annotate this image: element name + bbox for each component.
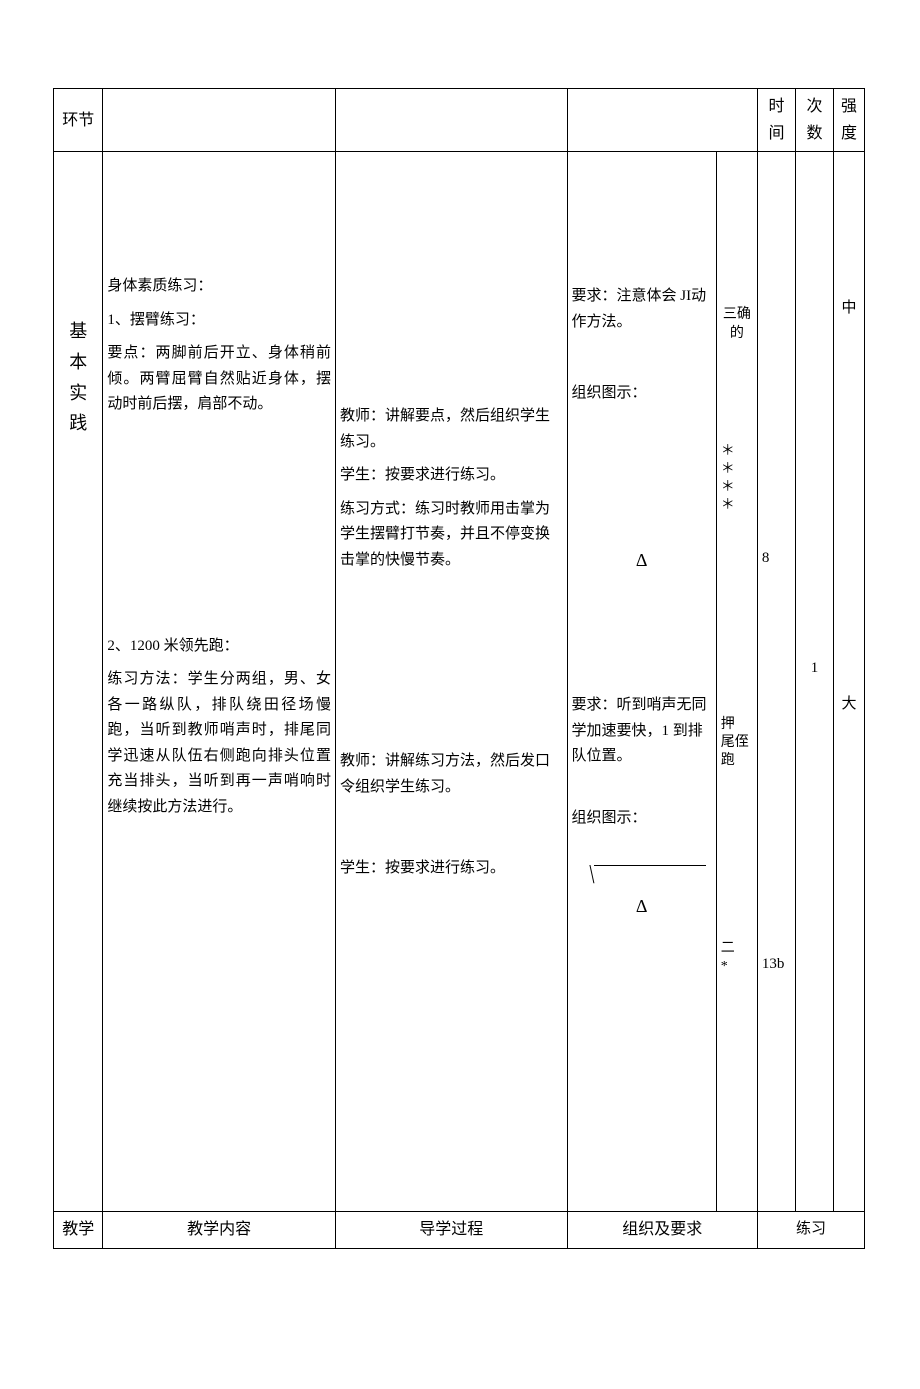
section-char-3: 实 bbox=[58, 378, 98, 409]
content-block1-title: 身体素质练习： bbox=[107, 274, 331, 300]
section-column: 基 本 实 践 bbox=[54, 152, 103, 1212]
org-side-yawei: 押 尾侄跑 bbox=[721, 716, 753, 771]
org-title-1: 组织图示： bbox=[572, 381, 712, 407]
header-section: 环节 bbox=[54, 89, 103, 152]
footer-col3: 导学过程 bbox=[335, 1212, 567, 1248]
section-char-4: 践 bbox=[58, 408, 98, 439]
org-side-sanque: 三确的 bbox=[721, 306, 753, 342]
org-req2: 要求：听到哨声无同学加速要快，1 到排队位置。 bbox=[572, 693, 712, 770]
content-block1-sub: 1、摆臂练习： bbox=[107, 308, 331, 334]
time-value-2: 13b bbox=[762, 952, 791, 978]
intensity-column: 中 大 bbox=[834, 152, 865, 1212]
org-column: 要求：注意体会 JI动作方法。 组织图示： Δ 要求：听到哨声无同学加速要快，1… bbox=[567, 152, 716, 1212]
org-req1: 要求：注意体会 JI动作方法。 bbox=[572, 284, 712, 335]
time-value-1: 8 bbox=[762, 546, 791, 572]
section-char-1: 基 bbox=[58, 316, 98, 347]
footer-col2: 教学内容 bbox=[103, 1212, 336, 1248]
header-blank-process bbox=[335, 89, 567, 152]
count-value: 1 bbox=[800, 656, 829, 682]
process-p2-teacher: 教师：讲解练习方法，然后发口令组织学生练习。 bbox=[340, 749, 563, 800]
header-blank-org bbox=[567, 89, 757, 152]
header-count: 次数 bbox=[796, 89, 834, 152]
process-p2-student: 学生：按要求进行练习。 bbox=[340, 856, 563, 882]
intensity-value-2: 大 bbox=[838, 692, 860, 718]
header-intensity: 强度 bbox=[834, 89, 865, 152]
intensity-value-1: 中 bbox=[838, 296, 860, 322]
footer-col1: 教学 bbox=[54, 1212, 103, 1248]
count-column: 1 bbox=[796, 152, 834, 1212]
content-column: 身体素质练习： 1、摆臂练习： 要点：两脚前后开立、身体稍前倾。两臂屈臂自然贴近… bbox=[103, 152, 336, 1212]
header-blank-content bbox=[103, 89, 336, 152]
section-char-2: 本 bbox=[58, 347, 98, 378]
time-column: 8 13b bbox=[757, 152, 795, 1212]
run-line bbox=[594, 865, 706, 866]
content-block1-points: 要点：两脚前后开立、身体稍前倾。两臂屈臂自然贴近身体，摆动时前后摆，肩部不动。 bbox=[107, 341, 331, 418]
org-delta-1: Δ bbox=[572, 545, 712, 576]
org-title-2: 组织图示： bbox=[572, 806, 712, 832]
process-column: 教师：讲解要点，然后组织学生练习。 学生：按要求进行练习。 练习方式：练习时教师… bbox=[335, 152, 567, 1212]
process-p1-student: 学生：按要求进行练习。 bbox=[340, 463, 563, 489]
footer-col5: 练习 bbox=[757, 1212, 864, 1248]
process-p1-teacher: 教师：讲解要点，然后组织学生练习。 bbox=[340, 404, 563, 455]
org-stars: ＊ ＊ ＊ ＊ bbox=[721, 443, 753, 516]
footer-col4: 组织及要求 bbox=[567, 1212, 757, 1248]
content-block2-method: 练习方法：学生分两组，男、女各一路纵队，排队绕田径场慢跑，当听到教师哨声时，排尾… bbox=[107, 667, 331, 820]
org-extra-column: 三确的 ＊ ＊ ＊ ＊ 押 尾侄跑 二 * bbox=[716, 152, 757, 1212]
header-time: 时间 bbox=[757, 89, 795, 152]
process-p1-mode: 练习方式：练习时教师用击掌为学生摆臂打节奏，并且不停变换击掌的快慢节奏。 bbox=[340, 497, 563, 574]
org-diagram-1200: ﹨ Δ bbox=[572, 851, 712, 911]
org-side-er: 二 bbox=[721, 940, 753, 958]
org-side-star: * bbox=[721, 958, 753, 976]
content-block2-title: 2、1200 米领先跑： bbox=[107, 634, 331, 660]
org-delta-2: Δ bbox=[572, 891, 712, 922]
